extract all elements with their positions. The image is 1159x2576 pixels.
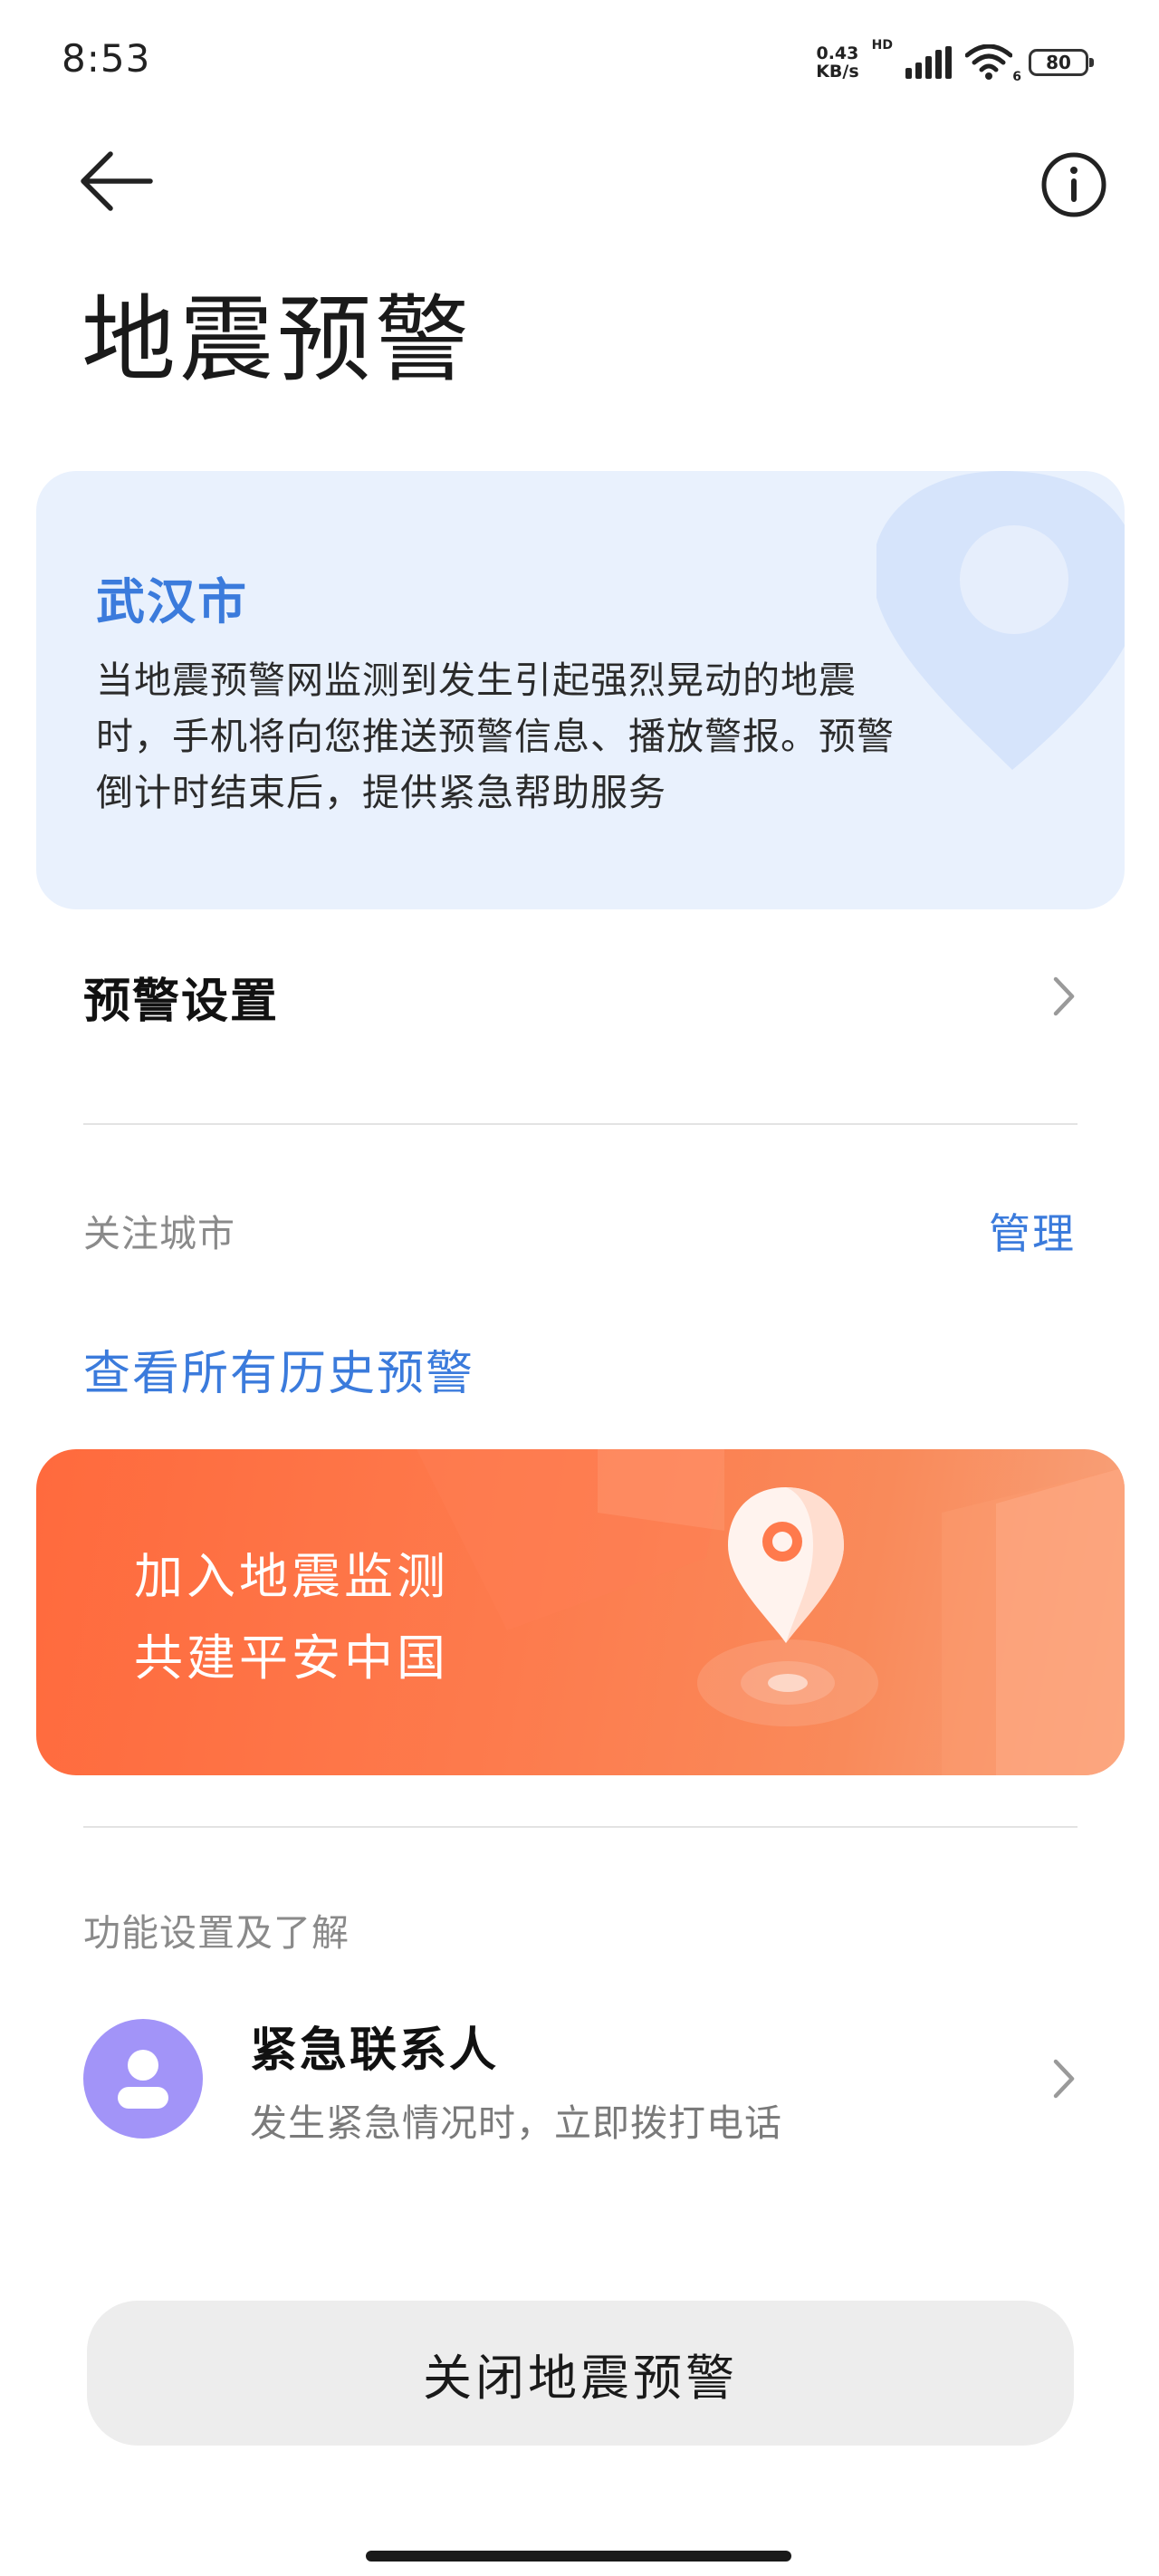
signal-icon — [905, 46, 952, 79]
wifi-sub-label: 6 — [1012, 70, 1021, 84]
divider — [83, 1826, 1078, 1828]
back-button[interactable] — [78, 145, 159, 217]
net-speed-value: 0.43 — [816, 43, 859, 63]
person-icon — [118, 2050, 168, 2109]
warning-settings-label: 预警设置 — [83, 974, 280, 1029]
city-name: 武汉市 — [96, 573, 248, 630]
divider — [83, 1123, 1078, 1125]
status-time: 8:53 — [62, 36, 151, 81]
emergency-contact-texts: 紧急联系人 发生紧急情况时，立即拨打电话 — [250, 2012, 1050, 2147]
warning-settings-row[interactable]: 预警设置 — [83, 942, 1078, 1051]
info-button[interactable] — [1039, 150, 1108, 219]
banner-line-2: 共建平安中国 — [134, 1629, 449, 1687]
history-warnings-link[interactable]: 查看所有历史预警 — [83, 1335, 474, 1403]
banner-line-1: 加入地震监测 — [134, 1548, 449, 1605]
battery-level: 80 — [1046, 52, 1071, 73]
home-indicator[interactable] — [366, 2551, 791, 2562]
disable-earthquake-warning-button[interactable]: 关闭地震预警 — [87, 2301, 1074, 2446]
network-speed: 0.43 KB/s — [816, 44, 858, 81]
emergency-contact-title: 紧急联系人 — [250, 2023, 500, 2078]
banner-text: 加入地震监测 共建平安中国 — [134, 1536, 449, 1699]
followed-cities-label: 关注城市 — [83, 1212, 235, 1255]
region-info-card: 武汉市 当地震预警网监测到发生引起强烈晃动的地震时，手机将向您推送预警信息、播放… — [36, 471, 1125, 909]
card-description: 当地震预警网监测到发生引起强烈晃动的地震时，手机将向您推送预警信息、播放警报。预… — [96, 658, 895, 814]
join-monitoring-banner[interactable]: 加入地震监测 共建平安中国 — [36, 1449, 1125, 1775]
avatar — [83, 2019, 203, 2139]
chevron-right-icon — [1053, 2059, 1075, 2099]
page-title: 地震预警 — [81, 284, 474, 395]
battery-indicator: 80 — [1029, 49, 1094, 76]
emergency-contact-subtitle: 发生紧急情况时，立即拨打电话 — [250, 2100, 782, 2145]
map-pin-icon — [728, 1487, 844, 1643]
info-circle-icon — [1041, 152, 1106, 217]
wifi-icon — [964, 43, 1013, 80]
manage-link[interactable]: 管理 — [989, 1201, 1076, 1261]
emergency-contact-row[interactable]: 紧急联系人 发生紧急情况时，立即拨打电话 — [83, 2011, 1078, 2147]
arrow-left-icon — [81, 151, 153, 211]
features-section-label: 功能设置及了解 — [83, 1911, 350, 1955]
hd-badge: HD — [871, 38, 893, 53]
chevron-right-icon — [1053, 976, 1075, 1016]
wifi-icon-wrap: 6 — [964, 43, 1021, 84]
status-icons: 0.43 KB/s HD 6 80 — [816, 38, 1094, 85]
net-speed-unit: KB/s — [816, 62, 859, 82]
location-pin-icon — [876, 471, 1125, 770]
